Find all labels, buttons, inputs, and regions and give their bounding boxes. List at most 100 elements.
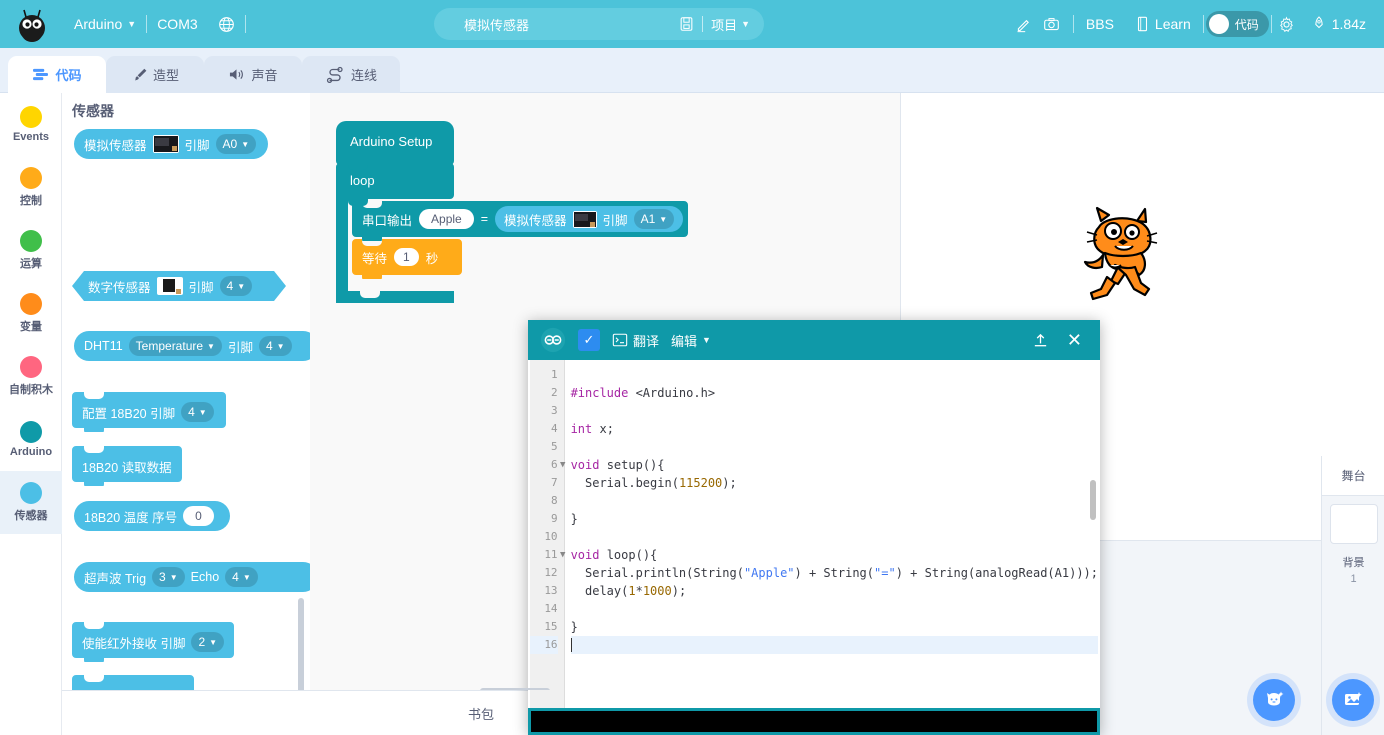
- trig-dropdown[interactable]: 3 ▼: [152, 567, 185, 587]
- equals-label: =: [480, 212, 489, 226]
- line-number: 2: [550, 386, 558, 399]
- palette-scrollbar[interactable]: [298, 598, 304, 690]
- terminal-icon: [612, 332, 628, 348]
- owl-logo-icon[interactable]: [0, 0, 64, 48]
- code-line: #include <Arduino.h>: [570, 386, 716, 400]
- sidebar-item-arduino[interactable]: Arduino: [0, 408, 62, 471]
- category-color-dot: [20, 230, 42, 252]
- tab-label: 连线: [350, 68, 377, 83]
- pin-label: 引脚: [184, 138, 210, 153]
- upload-icon[interactable]: [1032, 332, 1049, 349]
- sidebar-item-sensors[interactable]: 传感器: [0, 471, 62, 534]
- sensor-image-icon: [156, 277, 183, 295]
- globe-icon[interactable]: [208, 0, 245, 48]
- sidebar-item-control[interactable]: 控制: [0, 156, 62, 219]
- tab-code[interactable]: 代码: [8, 56, 106, 93]
- chevron-down-icon: ▼: [169, 572, 178, 582]
- serial-console[interactable]: [528, 708, 1100, 735]
- gear-icon[interactable]: [1274, 11, 1300, 37]
- stage-label[interactable]: 舞台: [1322, 456, 1384, 496]
- block-palette[interactable]: 传感器 模拟传感器 引脚 A0 ▼ 数字传感器 引脚 4 ▼ DHT11 Tem…: [62, 93, 310, 690]
- add-backdrop-icon[interactable]: [1332, 679, 1374, 721]
- translate-menu[interactable]: 翻译: [612, 331, 659, 350]
- save-icon[interactable]: [679, 16, 694, 32]
- code-text[interactable]: #include <Arduino.h> int x; void setup()…: [565, 360, 1098, 735]
- chevron-down-icon: ▼: [276, 341, 285, 351]
- serial-port-label[interactable]: COM3: [147, 0, 207, 48]
- echo-dropdown[interactable]: 4 ▼: [225, 567, 258, 587]
- digital-sensor-block[interactable]: 数字传感器 引脚 4 ▼: [72, 271, 286, 301]
- code-editor-dialog[interactable]: ✓ 翻译 编辑 ▼ ✕ 1 2 3 4 5 6 7 8 9 10 11 12 1…: [528, 320, 1100, 735]
- serial-output-block[interactable]: 串口输出 Apple = 模拟传感器 引脚 A1 ▼: [352, 201, 688, 241]
- dht11-block[interactable]: DHT11 Temperature ▼ 引脚 4 ▼: [74, 331, 310, 361]
- checkmark-icon[interactable]: ✓: [578, 329, 600, 351]
- read-18b20-block[interactable]: 18B20 读取数据: [72, 446, 182, 486]
- version-indicator[interactable]: 1.84z: [1302, 0, 1376, 48]
- chevron-down-icon: ▼: [659, 214, 668, 224]
- scratch-cat-sprite[interactable]: [1071, 203, 1176, 306]
- learn-link[interactable]: Learn: [1126, 0, 1201, 48]
- paintbrush-icon: [131, 67, 147, 82]
- code-line: }: [570, 512, 578, 526]
- category-label: Events: [12, 131, 50, 143]
- wait-duration-input[interactable]: 1: [394, 248, 419, 266]
- pin-dropdown[interactable]: 4 ▼: [258, 336, 292, 356]
- project-menu[interactable]: 项目 ▼: [711, 15, 764, 34]
- bbs-link[interactable]: BBS: [1076, 0, 1124, 48]
- backdrop-label: 背景: [1342, 557, 1365, 569]
- category-color-dot: [20, 421, 42, 443]
- pin-dropdown[interactable]: 4 ▼: [181, 402, 214, 422]
- sidebar-item-operators[interactable]: 运算: [0, 219, 62, 282]
- project-title[interactable]: 模拟传感器: [434, 15, 679, 34]
- edit-menu[interactable]: 编辑 ▼: [671, 331, 711, 350]
- backdrop-thumbnail[interactable]: [1329, 504, 1378, 544]
- divider: [1072, 15, 1074, 33]
- sidebar-item-variables[interactable]: 变量: [0, 282, 62, 345]
- serial-value-input[interactable]: Apple: [419, 209, 474, 229]
- arduino-infinity-icon[interactable]: [540, 327, 566, 353]
- pin-dropdown[interactable]: 2 ▼: [191, 632, 225, 652]
- tab-bar: 代码 造型 声音 连线 ?: [0, 48, 1384, 141]
- canvas-scrollbar[interactable]: [480, 688, 550, 690]
- tab-label: 造型: [152, 68, 179, 83]
- pencil-icon[interactable]: [1011, 11, 1037, 37]
- ultrasonic-block[interactable]: 超声波 Trig 3 ▼ Echo 4 ▼: [74, 562, 310, 592]
- wait-block[interactable]: 等待 1 秒: [352, 239, 462, 279]
- add-sprite-icon[interactable]: [1253, 679, 1295, 721]
- enable-ir-block[interactable]: 使能红外接收 引脚 2 ▼: [72, 622, 234, 662]
- category-color-dot: [20, 356, 42, 378]
- sidebar-item-my-blocks[interactable]: 自制积木: [0, 345, 62, 408]
- app-name-menu[interactable]: Arduino ▼: [64, 0, 146, 48]
- ir-loop-block[interactable]: 红外接收循环: [72, 675, 194, 690]
- camera-icon[interactable]: [1039, 11, 1065, 37]
- pin-dropdown[interactable]: A0 ▼: [215, 134, 257, 154]
- tab-sound[interactable]: 声音: [204, 56, 302, 93]
- chevron-down-icon: ▼: [242, 572, 251, 582]
- 18b20-temp-block[interactable]: 18B20 温度 序号 0: [74, 501, 230, 531]
- line-number: 9: [550, 512, 558, 525]
- wait-unit-label: 秒: [425, 251, 439, 266]
- chevron-down-icon: ▼: [209, 637, 218, 647]
- pin-dropdown[interactable]: A1 ▼: [633, 209, 675, 229]
- code-editor-body[interactable]: 1 2 3 4 5 6 7 8 9 10 11 12 13 14 15 16 ▼…: [530, 360, 1098, 735]
- block-label: 使能红外接收 引脚: [82, 636, 186, 651]
- top-bar-right-group: BBS Learn 代码 1.84z: [1011, 0, 1376, 48]
- pin-label: 引脚: [227, 340, 253, 355]
- pin-label: 引脚: [188, 280, 214, 295]
- editor-scrollbar[interactable]: [1090, 480, 1096, 520]
- dht11-measure-dropdown[interactable]: Temperature ▼: [128, 336, 222, 356]
- line-number: 12: [544, 566, 558, 579]
- close-icon[interactable]: ✕: [1061, 330, 1088, 351]
- analog-sensor-reporter[interactable]: 模拟传感器 引脚 A1 ▼: [495, 206, 684, 232]
- tab-wiring[interactable]: 连线: [302, 56, 400, 93]
- pin-dropdown[interactable]: 4 ▼: [219, 276, 253, 296]
- config-18b20-block[interactable]: 配置 18B20 引脚 4 ▼: [72, 392, 226, 432]
- tab-costume[interactable]: 造型: [106, 56, 204, 93]
- line-number: 6: [550, 458, 558, 471]
- code-mode-toggle[interactable]: 代码: [1205, 11, 1269, 37]
- index-input[interactable]: 0: [183, 506, 214, 526]
- analog-sensor-block[interactable]: 模拟传感器 引脚 A0 ▼: [74, 129, 268, 159]
- sidebar-item-events[interactable]: Events: [0, 93, 62, 156]
